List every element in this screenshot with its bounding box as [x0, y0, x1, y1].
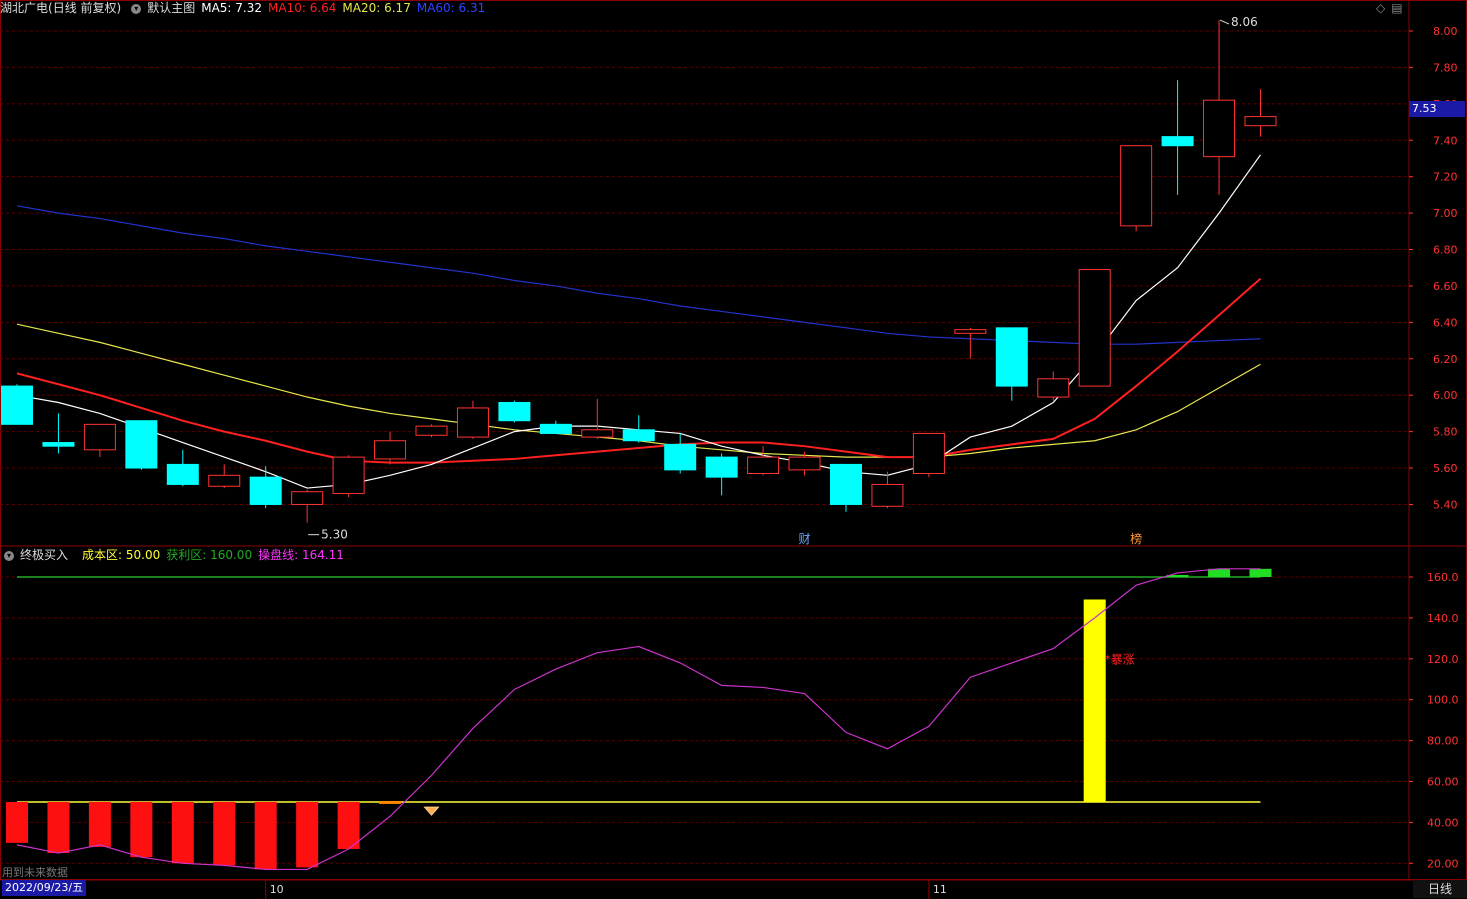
price-axis-label: 6.40: [1433, 316, 1458, 329]
surge-bar: [1083, 599, 1106, 802]
price-axis-label: 6.60: [1433, 280, 1458, 293]
price-axis-label: 5.40: [1433, 498, 1458, 511]
candle-body[interactable]: [539, 423, 572, 434]
price-axis-label: 7.00: [1433, 207, 1458, 220]
price-axis-label: 7.40: [1433, 134, 1458, 147]
candle-body[interactable]: [705, 456, 738, 478]
month-label: 10: [270, 883, 284, 896]
chevron-down-icon[interactable]: ▾: [4, 550, 14, 561]
buy-diamond-icon: [423, 806, 440, 816]
transition-bar: [379, 800, 402, 804]
price-axis-label: 6.20: [1433, 353, 1458, 366]
profit-zone-value: 获利区: 160.00: [166, 548, 253, 562]
event-marker[interactable]: 榜: [1130, 531, 1142, 546]
price-axis-label: 6.00: [1433, 389, 1458, 402]
candle-body[interactable]: [830, 463, 862, 505]
candle-body[interactable]: [664, 443, 697, 471]
current-price-tag: 7.53: [1409, 101, 1465, 117]
candle-body[interactable]: [125, 420, 158, 469]
candle-body[interactable]: [208, 474, 241, 487]
future-data-note: 用到未来数据: [2, 866, 68, 879]
candle-body[interactable]: [581, 429, 614, 438]
indicator-axis-label: 100.0: [1427, 694, 1459, 707]
indicator-name[interactable]: 终极买入: [20, 548, 68, 562]
green-signal-bar: [1249, 568, 1272, 577]
cost-zone-value: 成本区: 50.00: [82, 548, 161, 562]
candle-body[interactable]: [1161, 136, 1194, 147]
candle-body[interactable]: [332, 456, 365, 495]
candle-body[interactable]: [456, 407, 489, 438]
template-label[interactable]: 默认主图: [147, 1, 195, 15]
event-marker[interactable]: 财: [799, 532, 811, 546]
candle-body[interactable]: [374, 440, 407, 460]
candle-body[interactable]: [1203, 99, 1236, 158]
adjust-mode[interactable]: (日线 前复权): [48, 1, 121, 15]
red-signal-bar: [6, 801, 28, 843]
candle-body[interactable]: [249, 476, 282, 505]
high-pointer: [1219, 19, 1230, 25]
red-signal-bar: [47, 801, 70, 854]
indicator-axis-label: 40.00: [1427, 816, 1459, 829]
candle-body[interactable]: [1078, 269, 1111, 387]
candle-body[interactable]: [166, 463, 199, 485]
candle-body[interactable]: [415, 425, 448, 436]
main-chart-header: 湖北广电(日线 前复权) ▾ 默认主图 MA5: 7.32 MA10: 6.64 MA20…: [0, 0, 491, 16]
price-axis-label: 5.60: [1433, 462, 1458, 475]
ma60-value: MA60: 6.31: [416, 1, 486, 15]
candle-body[interactable]: [995, 327, 1028, 387]
low-price-label: 5.30: [321, 528, 348, 542]
price-axis-label: 7.80: [1433, 61, 1458, 74]
red-signal-bar: [254, 801, 277, 870]
ma60-line: [16, 205, 1261, 345]
candle-body[interactable]: [912, 432, 945, 475]
chart-canvas[interactable]: 8.007.807.607.407.207.006.806.606.406.20…: [0, 0, 1467, 899]
candle-body[interactable]: [871, 483, 904, 507]
layout-icon[interactable]: ▤: [1391, 1, 1402, 15]
red-signal-bar: [171, 801, 194, 864]
ma10-value: MA10: 6.64: [268, 1, 337, 15]
operation-line: [16, 568, 1261, 871]
indicator-header: ▾ 终极买入 成本区: 50.00 获利区: 160.00 操盘线: 164.11: [0, 547, 350, 563]
ma20-value: MA20: 6.17: [342, 1, 411, 15]
indicator-axis-label: 120.0: [1427, 653, 1459, 666]
month-label: 11: [933, 883, 947, 896]
candle-body[interactable]: [747, 456, 780, 475]
candle-body[interactable]: [1120, 145, 1153, 227]
price-axis-label: 6.80: [1433, 244, 1458, 257]
cursor-date: 2022/09/23/五: [2, 880, 87, 896]
diamond-icon[interactable]: ◇: [1376, 1, 1385, 15]
red-signal-bar: [88, 801, 111, 847]
candle-body[interactable]: [954, 329, 987, 334]
ma5-value: MA5: 7.32: [201, 1, 262, 15]
candle-body[interactable]: [788, 456, 821, 471]
indicator-axis-label: 20.00: [1427, 857, 1459, 870]
candle-body[interactable]: [1037, 378, 1070, 398]
indicator-axis-label: 140.0: [1427, 612, 1459, 625]
price-axis-label: 5.80: [1433, 426, 1458, 439]
candle-body[interactable]: [42, 442, 75, 447]
top-icons: ◇ ▤: [1376, 1, 1409, 15]
operation-line-value: 操盘线: 164.11: [258, 548, 344, 562]
chart-frame: [0, 0, 1467, 880]
candle-body[interactable]: [622, 429, 655, 442]
red-signal-bar: [296, 801, 319, 868]
candle-body[interactable]: [498, 401, 531, 422]
red-signal-bar: [337, 801, 360, 849]
red-signal-bar: [213, 801, 236, 866]
candle-body[interactable]: [1244, 116, 1277, 127]
candle-body[interactable]: [1, 385, 33, 425]
indicator-axis-label: 80.00: [1427, 735, 1459, 748]
stock-name: 湖北广电: [0, 1, 49, 15]
indicator-axis-label: 60.00: [1427, 776, 1459, 789]
candle-body[interactable]: [291, 491, 324, 505]
period-tab[interactable]: 日线: [1413, 880, 1467, 898]
chevron-down-icon[interactable]: ▾: [131, 3, 142, 14]
price-axis-label: 8.00: [1433, 25, 1458, 38]
indicator-axis-label: 160.0: [1427, 571, 1459, 584]
candle-body[interactable]: [83, 423, 116, 451]
surge-label: *暴涨: [1105, 651, 1135, 666]
price-axis-label: 7.20: [1433, 171, 1458, 184]
high-price-label: 8.06: [1231, 15, 1258, 29]
red-signal-bar: [130, 801, 153, 858]
